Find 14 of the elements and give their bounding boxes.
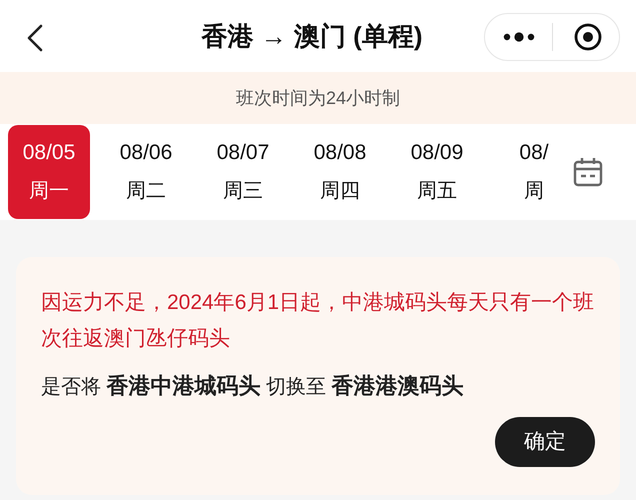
date-tab[interactable]: 08/05 周一	[8, 125, 90, 219]
date-tab[interactable]: 08/ 周	[493, 125, 575, 219]
question-text: 是否将 香港中港城码头 切换至 香港港澳码头	[41, 372, 465, 400]
date-tab[interactable]: 08/08 周四	[299, 125, 381, 219]
page-title: 香港 → 澳门 (单程)	[202, 20, 424, 52]
more-icon[interactable]	[503, 32, 535, 42]
calendar-icon[interactable]	[573, 157, 603, 187]
warning-text: 因运力不足，2024年6月1日起，中港城码头每天只有一个班次往返澳门氹仔码头	[41, 290, 595, 352]
date-tab[interactable]: 08/06 周二	[105, 125, 187, 219]
date-tab[interactable]: 08/07 周三	[202, 125, 284, 219]
confirm-button[interactable]: 确定	[495, 417, 595, 467]
date-tab[interactable]: 08/09 周五	[396, 125, 478, 219]
notice-text: 班次时间为24小时制	[236, 86, 400, 110]
back-icon[interactable]	[26, 24, 44, 52]
